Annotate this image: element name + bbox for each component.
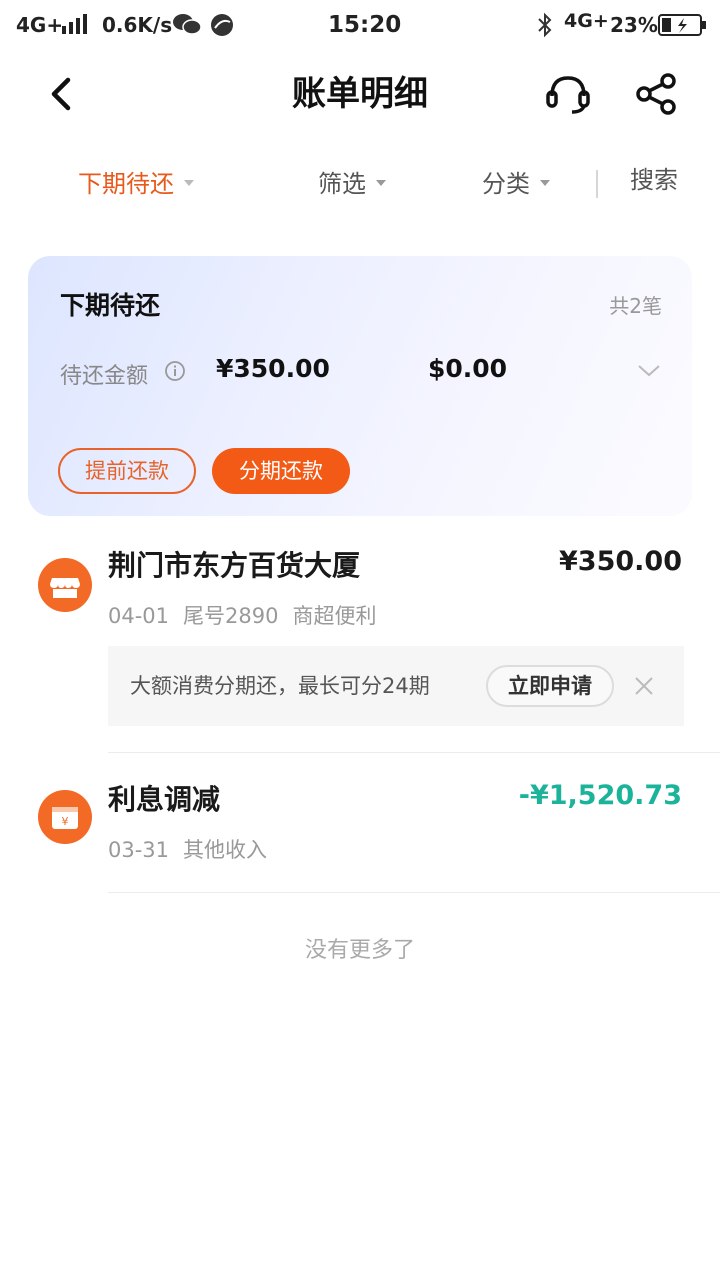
installment-promo-banner: 大额消费分期还，最长可分24期 立即申请 <box>108 646 684 726</box>
caret-down-icon <box>376 180 386 186</box>
transaction-card: 尾号2890 <box>183 604 279 628</box>
summary-count: 共2笔 <box>609 294 662 318</box>
tab-filter[interactable]: 筛选 <box>318 164 386 204</box>
browser-icon <box>211 14 233 36</box>
no-more-note: 没有更多了 <box>304 938 415 963</box>
battery-percent: 23% <box>610 13 658 37</box>
row-divider <box>108 752 720 753</box>
amount-due-usd: $0.00 <box>428 354 508 383</box>
tab-category[interactable]: 分类 <box>482 164 550 204</box>
transaction-amount: ¥350.00 <box>559 546 682 577</box>
transaction-date: 04-01 <box>108 604 170 628</box>
close-icon[interactable] <box>632 674 656 698</box>
network-speed: 0.6K/s <box>102 13 173 37</box>
page-title: 账单明细 <box>292 74 428 114</box>
clock: 15:20 <box>328 12 402 38</box>
tab-divider <box>596 170 598 198</box>
wallet-glyph: ¥ <box>52 807 78 829</box>
tab-next-due[interactable]: 下期待还 <box>78 164 194 204</box>
store-icon <box>38 558 92 612</box>
apply-now-button[interactable]: 立即申请 <box>486 665 614 707</box>
wallet-yuan-icon: ¥ <box>38 790 92 844</box>
store-glyph <box>50 578 80 598</box>
bluetooth-icon <box>538 12 552 38</box>
signal-icon <box>62 14 87 34</box>
tab-label: 分类 <box>482 170 530 198</box>
amount-due-cny: ¥350.00 <box>216 354 330 383</box>
row-divider <box>108 892 720 893</box>
battery-icon <box>658 14 706 36</box>
transaction-merchant: 利息调减 <box>108 783 221 816</box>
transaction-date: 03-31 <box>108 838 170 862</box>
headset-icon[interactable] <box>544 72 592 116</box>
transaction-meta: 03-31 其他收入 <box>108 834 281 864</box>
transaction-amount: -¥1,520.73 <box>518 780 682 811</box>
summary-title: 下期待还 <box>60 291 161 320</box>
bill-detail-page: 4G+ 0.6K/s 15:20 4G+ 23% 账单明细 下期待还 筛选 分类… <box>0 0 720 1280</box>
promo-text: 大额消费分期还，最长可分24期 <box>130 674 430 698</box>
network-indicator: 4G+ <box>16 13 64 37</box>
prepay-button[interactable]: 提前还款 <box>58 448 196 494</box>
chevron-down-icon[interactable] <box>636 362 662 380</box>
tab-search[interactable]: 搜索 <box>630 160 678 200</box>
caret-down-icon <box>184 180 194 186</box>
info-icon[interactable] <box>164 360 186 382</box>
installment-button[interactable]: 分期还款 <box>212 448 350 494</box>
network-indicator-right: 4G+ <box>564 10 609 32</box>
transaction-merchant: 荆门市东方百货大厦 <box>108 549 361 582</box>
status-bar: 4G+ 0.6K/s 15:20 4G+ 23% <box>0 0 720 50</box>
transaction-category: 其他收入 <box>183 838 268 862</box>
svg-text:¥: ¥ <box>62 815 69 828</box>
tab-label: 筛选 <box>318 170 366 198</box>
transaction-meta: 04-01 尾号2890 商超便利 <box>108 600 390 630</box>
transaction-category: 商超便利 <box>292 604 377 628</box>
next-due-summary-card: 下期待还 共2笔 待还金额 ¥350.00 $0.00 提前还款 分期还款 <box>28 256 692 516</box>
tab-label: 下期待还 <box>78 170 174 198</box>
wechat-icon <box>173 14 202 35</box>
share-icon[interactable] <box>634 72 680 116</box>
caret-down-icon <box>540 180 550 186</box>
amount-due-label: 待还金额 <box>60 364 149 389</box>
